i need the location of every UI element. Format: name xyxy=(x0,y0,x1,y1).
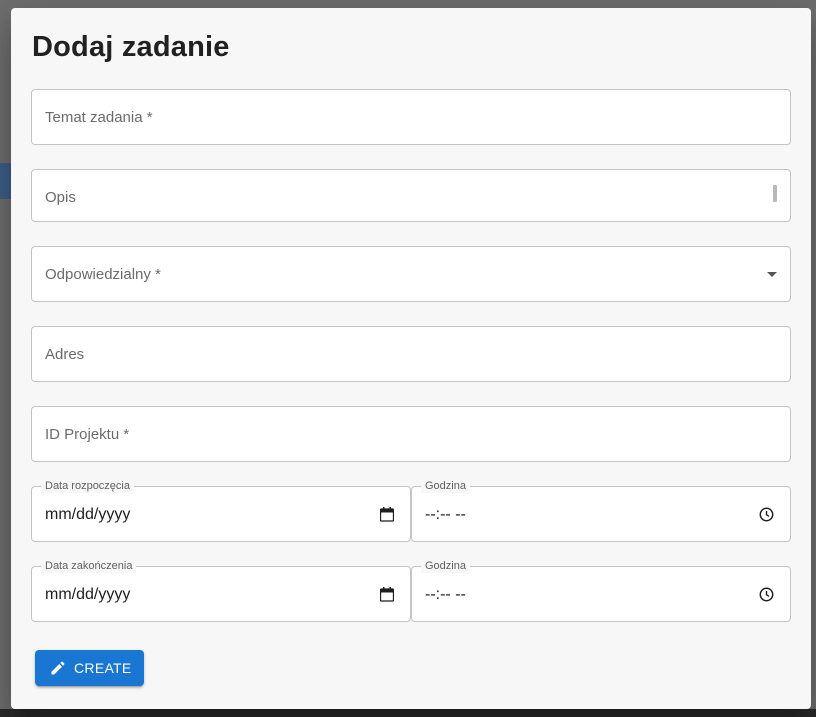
create-button[interactable]: CREATE xyxy=(35,650,144,686)
start-date-legend: Data rozpoczęcia xyxy=(41,479,134,493)
end-time-legend: Godzina xyxy=(421,559,470,573)
address-field[interactable]: Adres xyxy=(31,326,791,382)
end-date-placeholder: mm/dd/yyyy xyxy=(45,586,131,603)
topic-label: Temat zadania * xyxy=(45,109,153,126)
clock-icon[interactable] xyxy=(757,505,775,523)
project-id-field[interactable]: ID Projektu * xyxy=(31,406,791,462)
backdrop-bottom-strip xyxy=(0,709,816,717)
start-date-input[interactable]: Data rozpoczęcia mm/dd/yyyy xyxy=(31,479,411,542)
dialog-title: Dodaj zadanie xyxy=(32,31,230,63)
add-task-dialog: Dodaj zadanie Temat zadania * Opis Odpow… xyxy=(11,8,811,709)
start-time-input[interactable]: Godzina --:-- -- xyxy=(411,479,791,542)
create-button-label: CREATE xyxy=(74,660,132,676)
end-time-placeholder: --:-- -- xyxy=(425,586,466,603)
start-time-legend: Godzina xyxy=(421,479,470,493)
calendar-icon[interactable] xyxy=(378,505,396,523)
description-label: Opis xyxy=(45,189,76,206)
end-date-legend: Data zakończenia xyxy=(41,559,137,573)
address-label: Adres xyxy=(45,346,85,363)
start-date-placeholder: mm/dd/yyyy xyxy=(45,506,131,523)
pencil-icon xyxy=(51,661,65,675)
clock-icon[interactable] xyxy=(757,585,775,603)
project-id-label: ID Projektu * xyxy=(45,426,130,443)
topic-field[interactable]: Temat zadania * xyxy=(31,89,791,145)
assignee-label: Odpowiedzialny * xyxy=(45,266,161,283)
arrow-drop-down-icon xyxy=(767,272,777,277)
start-time-placeholder: --:-- -- xyxy=(425,506,466,523)
assignee-select[interactable]: Odpowiedzialny * xyxy=(31,246,791,302)
description-field[interactable]: Opis xyxy=(31,169,791,222)
calendar-icon[interactable] xyxy=(378,585,396,603)
end-time-input[interactable]: Godzina --:-- -- xyxy=(411,559,791,622)
description-scrollbar[interactable] xyxy=(773,185,777,202)
end-date-input[interactable]: Data zakończenia mm/dd/yyyy xyxy=(31,559,411,622)
